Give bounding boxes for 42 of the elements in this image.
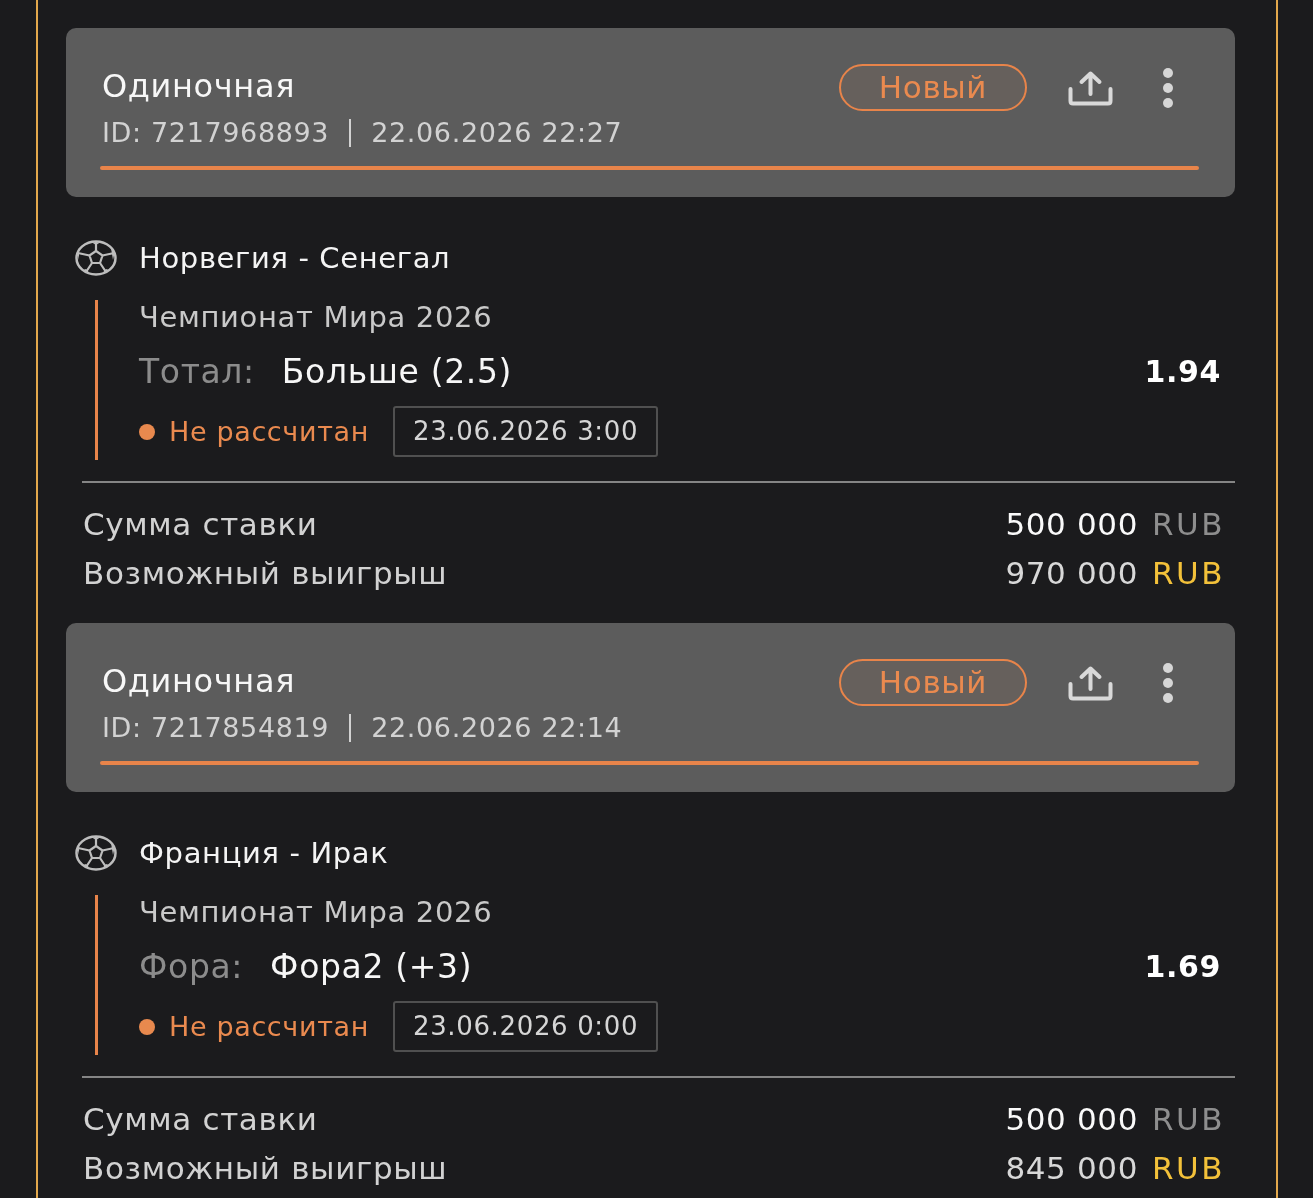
bet-type: Одиночная <box>102 66 296 105</box>
market-label: Тотал: <box>139 352 255 392</box>
status-dot-icon <box>139 423 155 440</box>
market-label: Фора: <box>139 947 244 987</box>
league-name: Чемпионат Мира 2026 <box>139 895 493 929</box>
stake-label: Сумма ставки <box>83 1101 318 1137</box>
bet-type: Одиночная <box>102 661 296 700</box>
market-value: Больше (2.5) <box>281 352 513 392</box>
match-start-time: 23.06.2026 0:00 <box>393 1001 659 1052</box>
odds: 1.69 <box>1144 948 1221 986</box>
stake-amount: 500 000 <box>1005 1101 1139 1137</box>
upload-icon <box>1067 664 1114 701</box>
stake-currency: RUB <box>1152 1101 1225 1137</box>
stake-currency: RUB <box>1152 506 1225 542</box>
bet-id: ID: 7217968893 <box>102 117 330 149</box>
potential-win-amount: 970 000 <box>1005 555 1139 591</box>
status-badge: Новый <box>839 64 1027 111</box>
settlement-status: Не рассчитан <box>169 415 369 448</box>
stake-label: Сумма ставки <box>83 506 318 542</box>
potential-win-amount: 845 000 <box>1005 1150 1139 1186</box>
stake-amount: 500 000 <box>1005 506 1139 542</box>
upload-icon <box>1067 69 1114 106</box>
share-button[interactable] <box>1067 664 1114 701</box>
soccer-ball-icon <box>75 835 117 871</box>
potential-win-label: Возможный выигрыш <box>83 555 448 591</box>
bet-datetime: 22.06.2026 22:14 <box>371 712 623 744</box>
match-name: Норвегия - Сенегал <box>139 241 451 275</box>
settlement-status: Не рассчитан <box>169 1010 369 1043</box>
potential-win-currency: RUB <box>1152 555 1225 591</box>
market-value: Фора2 (+3) <box>270 947 473 987</box>
status-dot-icon <box>139 1018 155 1035</box>
potential-win-label: Возможный выигрыш <box>83 1150 448 1186</box>
odds: 1.94 <box>1144 353 1221 391</box>
potential-win-currency: RUB <box>1152 1150 1225 1186</box>
bet-datetime: 22.06.2026 22:27 <box>371 117 623 149</box>
status-badge: Новый <box>839 659 1027 706</box>
soccer-ball-icon <box>75 240 117 276</box>
league-name: Чемпионат Мира 2026 <box>139 300 493 334</box>
bet-id: ID: 7217854819 <box>102 712 330 744</box>
match-name: Франция - Ирак <box>139 836 389 870</box>
share-button[interactable] <box>1067 69 1114 106</box>
match-start-time: 23.06.2026 3:00 <box>393 406 659 457</box>
